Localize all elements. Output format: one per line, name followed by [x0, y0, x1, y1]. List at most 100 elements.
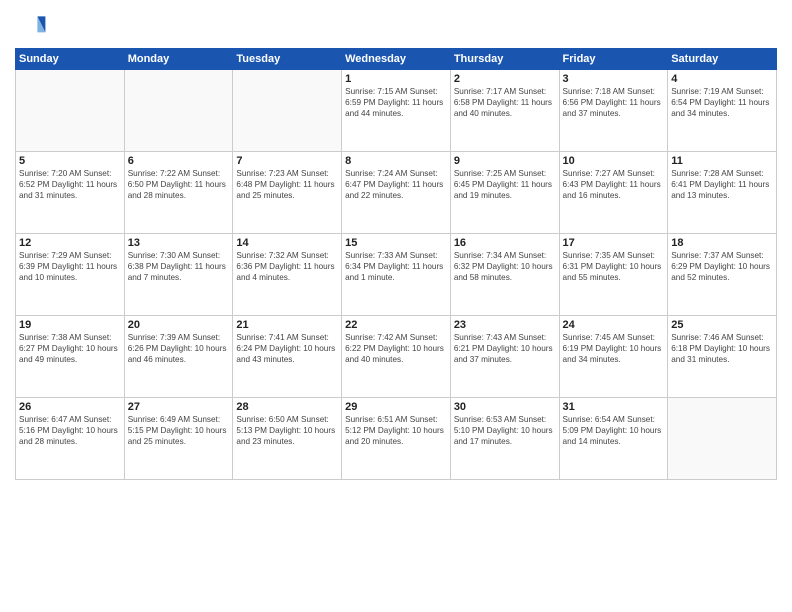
day-number: 19 [19, 319, 121, 331]
day-cell: 10Sunrise: 7:27 AM Sunset: 6:43 PM Dayli… [559, 152, 668, 234]
day-info: Sunrise: 6:49 AM Sunset: 5:15 PM Dayligh… [128, 414, 230, 447]
day-cell: 17Sunrise: 7:35 AM Sunset: 6:31 PM Dayli… [559, 234, 668, 316]
day-cell: 23Sunrise: 7:43 AM Sunset: 6:21 PM Dayli… [450, 316, 559, 398]
day-info: Sunrise: 6:53 AM Sunset: 5:10 PM Dayligh… [454, 414, 556, 447]
day-info: Sunrise: 7:42 AM Sunset: 6:22 PM Dayligh… [345, 332, 447, 365]
day-cell: 18Sunrise: 7:37 AM Sunset: 6:29 PM Dayli… [668, 234, 777, 316]
calendar-table: SundayMondayTuesdayWednesdayThursdayFrid… [15, 48, 777, 480]
day-cell: 25Sunrise: 7:46 AM Sunset: 6:18 PM Dayli… [668, 316, 777, 398]
week-row-0: 1Sunrise: 7:15 AM Sunset: 6:59 PM Daylig… [16, 70, 777, 152]
col-header-monday: Monday [124, 49, 233, 70]
day-number: 9 [454, 155, 556, 167]
day-number: 26 [19, 401, 121, 413]
day-cell: 29Sunrise: 6:51 AM Sunset: 5:12 PM Dayli… [342, 398, 451, 480]
day-number: 4 [671, 73, 773, 85]
day-info: Sunrise: 7:15 AM Sunset: 6:59 PM Dayligh… [345, 86, 447, 119]
col-header-sunday: Sunday [16, 49, 125, 70]
day-info: Sunrise: 7:37 AM Sunset: 6:29 PM Dayligh… [671, 250, 773, 283]
day-info: Sunrise: 7:32 AM Sunset: 6:36 PM Dayligh… [236, 250, 338, 283]
day-number: 29 [345, 401, 447, 413]
day-cell [233, 70, 342, 152]
day-info: Sunrise: 6:47 AM Sunset: 5:16 PM Dayligh… [19, 414, 121, 447]
day-number: 21 [236, 319, 338, 331]
col-header-wednesday: Wednesday [342, 49, 451, 70]
day-number: 15 [345, 237, 447, 249]
day-info: Sunrise: 7:35 AM Sunset: 6:31 PM Dayligh… [563, 250, 665, 283]
day-info: Sunrise: 7:24 AM Sunset: 6:47 PM Dayligh… [345, 168, 447, 201]
col-header-saturday: Saturday [668, 49, 777, 70]
day-cell: 30Sunrise: 6:53 AM Sunset: 5:10 PM Dayli… [450, 398, 559, 480]
day-number: 17 [563, 237, 665, 249]
day-info: Sunrise: 7:28 AM Sunset: 6:41 PM Dayligh… [671, 168, 773, 201]
day-cell: 14Sunrise: 7:32 AM Sunset: 6:36 PM Dayli… [233, 234, 342, 316]
day-cell: 12Sunrise: 7:29 AM Sunset: 6:39 PM Dayli… [16, 234, 125, 316]
week-row-4: 26Sunrise: 6:47 AM Sunset: 5:16 PM Dayli… [16, 398, 777, 480]
day-number: 11 [671, 155, 773, 167]
day-number: 27 [128, 401, 230, 413]
day-number: 13 [128, 237, 230, 249]
day-number: 7 [236, 155, 338, 167]
day-number: 5 [19, 155, 121, 167]
day-cell: 31Sunrise: 6:54 AM Sunset: 5:09 PM Dayli… [559, 398, 668, 480]
day-cell: 27Sunrise: 6:49 AM Sunset: 5:15 PM Dayli… [124, 398, 233, 480]
day-info: Sunrise: 7:20 AM Sunset: 6:52 PM Dayligh… [19, 168, 121, 201]
day-number: 10 [563, 155, 665, 167]
day-cell: 11Sunrise: 7:28 AM Sunset: 6:41 PM Dayli… [668, 152, 777, 234]
day-cell: 4Sunrise: 7:19 AM Sunset: 6:54 PM Daylig… [668, 70, 777, 152]
day-info: Sunrise: 7:33 AM Sunset: 6:34 PM Dayligh… [345, 250, 447, 283]
day-info: Sunrise: 7:19 AM Sunset: 6:54 PM Dayligh… [671, 86, 773, 119]
day-cell: 7Sunrise: 7:23 AM Sunset: 6:48 PM Daylig… [233, 152, 342, 234]
week-row-3: 19Sunrise: 7:38 AM Sunset: 6:27 PM Dayli… [16, 316, 777, 398]
header [15, 10, 777, 42]
day-info: Sunrise: 7:18 AM Sunset: 6:56 PM Dayligh… [563, 86, 665, 119]
day-cell [16, 70, 125, 152]
col-header-friday: Friday [559, 49, 668, 70]
day-cell: 20Sunrise: 7:39 AM Sunset: 6:26 PM Dayli… [124, 316, 233, 398]
day-info: Sunrise: 7:30 AM Sunset: 6:38 PM Dayligh… [128, 250, 230, 283]
day-number: 30 [454, 401, 556, 413]
day-cell: 15Sunrise: 7:33 AM Sunset: 6:34 PM Dayli… [342, 234, 451, 316]
day-cell: 5Sunrise: 7:20 AM Sunset: 6:52 PM Daylig… [16, 152, 125, 234]
day-info: Sunrise: 6:51 AM Sunset: 5:12 PM Dayligh… [345, 414, 447, 447]
day-cell: 9Sunrise: 7:25 AM Sunset: 6:45 PM Daylig… [450, 152, 559, 234]
day-info: Sunrise: 7:46 AM Sunset: 6:18 PM Dayligh… [671, 332, 773, 365]
day-cell: 3Sunrise: 7:18 AM Sunset: 6:56 PM Daylig… [559, 70, 668, 152]
week-row-2: 12Sunrise: 7:29 AM Sunset: 6:39 PM Dayli… [16, 234, 777, 316]
day-cell: 28Sunrise: 6:50 AM Sunset: 5:13 PM Dayli… [233, 398, 342, 480]
day-number: 20 [128, 319, 230, 331]
day-info: Sunrise: 7:45 AM Sunset: 6:19 PM Dayligh… [563, 332, 665, 365]
day-number: 3 [563, 73, 665, 85]
day-number: 1 [345, 73, 447, 85]
day-number: 31 [563, 401, 665, 413]
logo [15, 10, 51, 42]
day-number: 28 [236, 401, 338, 413]
day-cell: 1Sunrise: 7:15 AM Sunset: 6:59 PM Daylig… [342, 70, 451, 152]
day-info: Sunrise: 7:41 AM Sunset: 6:24 PM Dayligh… [236, 332, 338, 365]
day-info: Sunrise: 7:43 AM Sunset: 6:21 PM Dayligh… [454, 332, 556, 365]
day-number: 16 [454, 237, 556, 249]
day-number: 6 [128, 155, 230, 167]
day-info: Sunrise: 7:27 AM Sunset: 6:43 PM Dayligh… [563, 168, 665, 201]
col-header-thursday: Thursday [450, 49, 559, 70]
day-cell: 22Sunrise: 7:42 AM Sunset: 6:22 PM Dayli… [342, 316, 451, 398]
day-number: 25 [671, 319, 773, 331]
day-info: Sunrise: 6:50 AM Sunset: 5:13 PM Dayligh… [236, 414, 338, 447]
day-info: Sunrise: 7:38 AM Sunset: 6:27 PM Dayligh… [19, 332, 121, 365]
day-number: 23 [454, 319, 556, 331]
day-number: 14 [236, 237, 338, 249]
day-cell: 13Sunrise: 7:30 AM Sunset: 6:38 PM Dayli… [124, 234, 233, 316]
header-row: SundayMondayTuesdayWednesdayThursdayFrid… [16, 49, 777, 70]
col-header-tuesday: Tuesday [233, 49, 342, 70]
day-cell: 19Sunrise: 7:38 AM Sunset: 6:27 PM Dayli… [16, 316, 125, 398]
day-number: 18 [671, 237, 773, 249]
day-cell: 6Sunrise: 7:22 AM Sunset: 6:50 PM Daylig… [124, 152, 233, 234]
day-cell: 26Sunrise: 6:47 AM Sunset: 5:16 PM Dayli… [16, 398, 125, 480]
day-info: Sunrise: 7:23 AM Sunset: 6:48 PM Dayligh… [236, 168, 338, 201]
day-cell: 16Sunrise: 7:34 AM Sunset: 6:32 PM Dayli… [450, 234, 559, 316]
day-info: Sunrise: 6:54 AM Sunset: 5:09 PM Dayligh… [563, 414, 665, 447]
day-cell: 24Sunrise: 7:45 AM Sunset: 6:19 PM Dayli… [559, 316, 668, 398]
day-number: 22 [345, 319, 447, 331]
day-cell: 2Sunrise: 7:17 AM Sunset: 6:58 PM Daylig… [450, 70, 559, 152]
day-cell [124, 70, 233, 152]
day-number: 2 [454, 73, 556, 85]
